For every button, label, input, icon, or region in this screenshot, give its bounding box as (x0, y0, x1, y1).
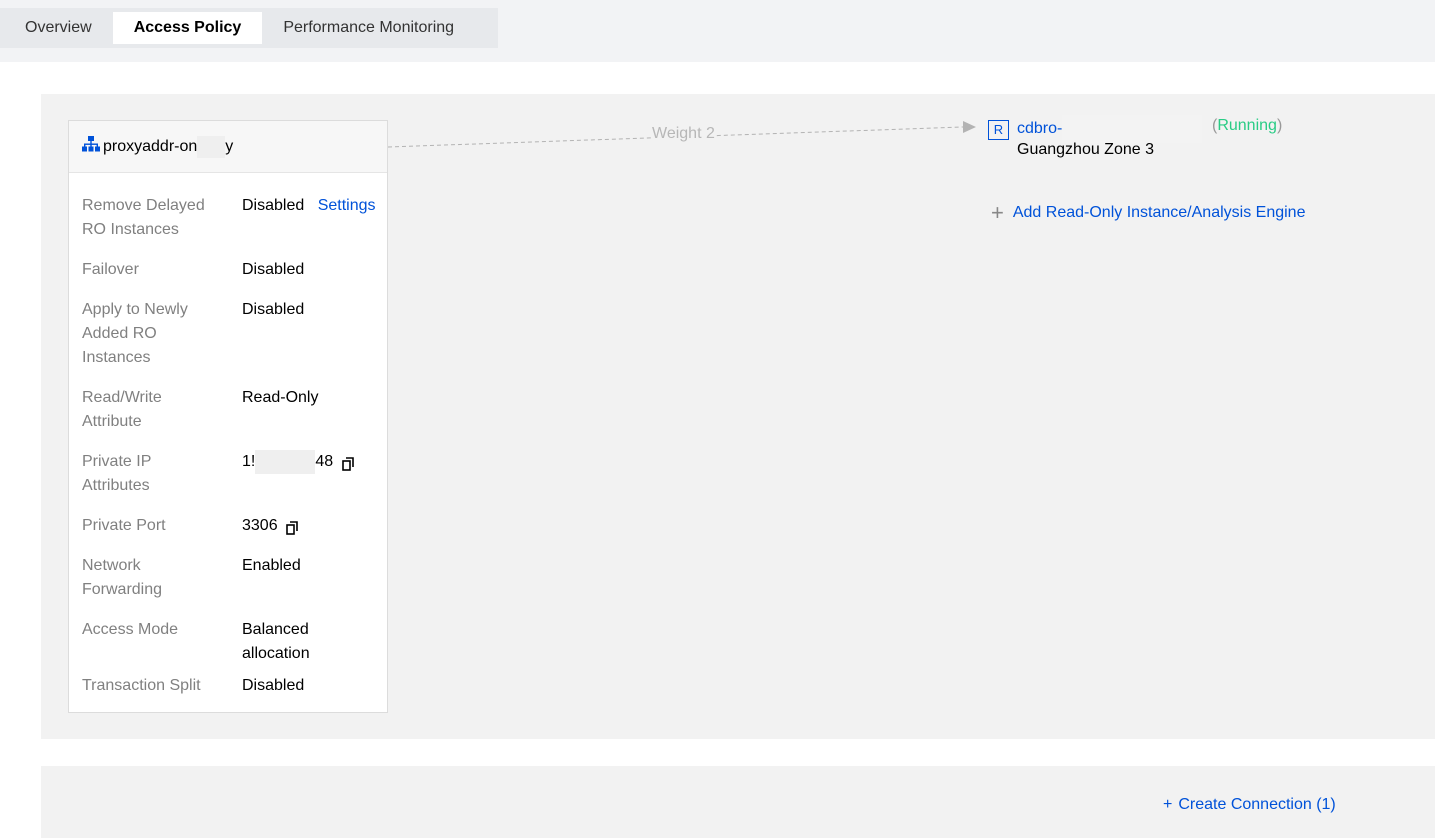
setting-label: Private Port (82, 517, 166, 534)
ro-instance-zone: Guangzhou Zone 3 (1017, 141, 1154, 158)
setting-value: Balanced allocation (242, 621, 310, 662)
tab-performance-monitoring[interactable]: Performance Monitoring (262, 12, 475, 44)
status-text: Running (1217, 117, 1277, 134)
copy-icon[interactable] (286, 519, 299, 535)
setting-value: Disabled (242, 677, 305, 694)
create-connection-label[interactable]: Create Connection (1) (1178, 796, 1335, 813)
port-value: 3306 (242, 517, 278, 534)
setting-value-text: Disabled (242, 197, 305, 214)
setting-label: Apply to Newly Added RO Instances (82, 301, 188, 366)
redacted-mask (197, 135, 226, 158)
proxy-address-header: proxyaddr-on y (69, 121, 387, 173)
setting-value: Disabled (242, 301, 305, 318)
create-connection-button[interactable]: + Create Connection (1) (1163, 794, 1336, 816)
settings-link[interactable]: Settings (318, 197, 376, 214)
tab-overview[interactable]: Overview (4, 12, 113, 44)
setting-label: Access Mode (82, 621, 179, 638)
weight-label: Weight 2 (651, 125, 716, 143)
proxy-address-name: proxyaddr-on y (103, 135, 234, 158)
setting-value: Disabled (242, 261, 305, 278)
setting-value: 3306 (242, 514, 299, 538)
copy-icon[interactable] (341, 455, 355, 471)
setting-label: Network Forwarding (82, 557, 163, 598)
add-ro-instance-button[interactable]: + Add Read-Only Instance/Analysis Engine (991, 202, 1305, 224)
setting-label: Failover (82, 261, 139, 278)
setting-label: Private IP Attributes (82, 453, 152, 494)
plus-icon: + (1163, 796, 1173, 813)
add-ro-label[interactable]: Add Read-Only Instance/Analysis Engine (1013, 202, 1306, 224)
ip-suffix: 48 (315, 453, 334, 470)
setting-label: Read/Write Attribute (82, 389, 162, 430)
ro-instance-name-prefix[interactable]: cdbro- (1017, 120, 1062, 137)
tab-bar: Overview Access Policy Performance Monit… (0, 8, 498, 48)
setting-value: Disabled Settings (242, 194, 376, 218)
proxy-name-suffix: y (225, 137, 234, 155)
setting-value: Enabled (242, 557, 301, 574)
ro-instance-status: (Running) (1212, 117, 1283, 134)
proxy-name-prefix: proxyaddr-on (103, 137, 198, 155)
setting-label: Transaction Split (82, 677, 201, 694)
readonly-badge: R (988, 120, 1009, 140)
ip-prefix: 1! (242, 453, 256, 470)
setting-label: Remove Delayed RO Instances (82, 197, 205, 238)
network-topology-icon (82, 135, 100, 158)
setting-value: 1! 48 (242, 450, 355, 474)
tab-access-policy[interactable]: Access Policy (112, 12, 263, 44)
plus-icon: + (991, 200, 1004, 225)
redacted-mask (255, 450, 316, 474)
setting-value: Read-Only (242, 389, 319, 406)
